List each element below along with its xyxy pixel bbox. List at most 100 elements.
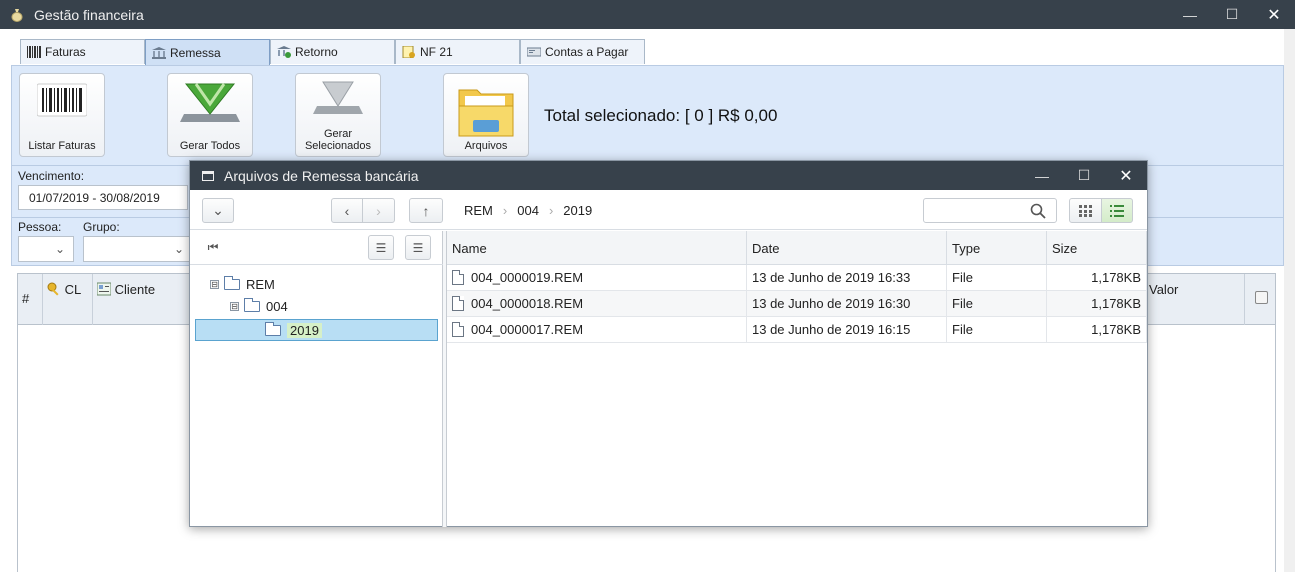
column-label: Cliente: [114, 282, 156, 297]
file-date: 13 de Junho de 2019 16:33: [747, 265, 947, 291]
file-row[interactable]: 004_0000019.REM 13 de Junho de 2019 16:3…: [447, 265, 1147, 291]
tab-label: NF 21: [420, 45, 453, 59]
chevron-down-icon: ⌄: [173, 242, 184, 256]
grid-view-icon: [1078, 204, 1092, 217]
breadcrumb-item-004[interactable]: 004: [517, 203, 539, 218]
up-button[interactable]: ↑: [409, 198, 443, 223]
window-icon: [202, 170, 214, 181]
minimize-button[interactable]: —: [1169, 0, 1211, 29]
button-label: Arquivos: [464, 140, 508, 152]
select-all-checkbox[interactable]: [1254, 291, 1268, 304]
tab-label: Contas a Pagar: [545, 45, 629, 59]
column-header-cl[interactable]: CL: [43, 274, 93, 325]
file-search-input[interactable]: [923, 198, 1057, 223]
tree-node-004[interactable]: ⊟ 004: [230, 298, 288, 314]
pessoa-select[interactable]: ⌄: [18, 236, 74, 262]
listar-faturas-button[interactable]: Listar Faturas: [19, 73, 105, 157]
breadcrumb-separator: ›: [548, 203, 554, 218]
file-type: File: [947, 265, 1047, 291]
barcode-icon: [27, 46, 41, 58]
vencimento-date-range[interactable]: 01/07/2019 - 30/08/2019: [18, 185, 188, 210]
tab-faturas[interactable]: Faturas: [20, 39, 145, 64]
money-bag-icon: [11, 8, 23, 22]
grid-view-button[interactable]: [1069, 198, 1102, 223]
skip-start-icon: ⏮: [207, 240, 219, 254]
tree-node-rem[interactable]: ⊟ REM: [210, 276, 275, 292]
collapse-icon[interactable]: ⊟: [230, 302, 239, 311]
search-icon: [1030, 203, 1046, 219]
column-header-type[interactable]: Type: [947, 231, 1047, 265]
breadcrumb-item-rem[interactable]: REM: [464, 203, 493, 218]
tree-node-label: 004: [266, 299, 288, 314]
tab-nf21[interactable]: NF 21: [395, 39, 520, 64]
maximize-button[interactable]: ☐: [1211, 0, 1253, 29]
file-icon: [452, 322, 464, 337]
gerar-todos-button[interactable]: Gerar Todos: [167, 73, 253, 157]
button-label: Gerar Todos: [179, 140, 241, 152]
file-date: 13 de Junho de 2019 16:15: [747, 317, 947, 343]
arquivos-button[interactable]: Arquivos: [443, 73, 529, 157]
total-selected-text: Total selecionado: [ 0 ] R$ 0,00: [544, 106, 778, 125]
app-titlebar: Gestão financeira — ☐ ✕: [0, 0, 1295, 29]
button-label: Listar Faturas: [28, 140, 96, 152]
folder-icon: [265, 322, 281, 336]
column-header-valor[interactable]: Valor: [1145, 274, 1245, 325]
file-size: 1,178KB: [1047, 265, 1147, 291]
list-view-button[interactable]: [1101, 198, 1133, 223]
barcode-icon: [37, 83, 87, 117]
tab-remessa[interactable]: Remessa: [145, 39, 270, 65]
bill-icon: [527, 47, 541, 57]
pessoa-label: Pessoa:: [18, 220, 62, 234]
open-folder-icon: [244, 298, 260, 312]
dialog-close-button[interactable]: ✕: [1105, 161, 1147, 190]
button-label: Gerar: [323, 128, 353, 140]
button-label: Selecionados: [304, 140, 372, 152]
dialog-titlebar: Arquivos de Remessa bancária — ☐ ✕: [190, 161, 1147, 190]
tree-expand-all-button[interactable]: ☰: [405, 235, 431, 260]
chevron-right-icon: ›: [376, 202, 381, 219]
tree-node-2019[interactable]: 2019: [265, 322, 322, 338]
arquivos-remessa-dialog: Arquivos de Remessa bancária — ☐ ✕ ⌄ ‹ ›…: [189, 160, 1148, 527]
file-row[interactable]: 004_0000018.REM 13 de Junho de 2019 16:3…: [447, 291, 1147, 317]
folder-icon: [458, 89, 514, 137]
back-button[interactable]: ‹: [331, 198, 363, 223]
file-name: 004_0000019.REM: [471, 270, 584, 285]
action-panel: Listar Faturas Gerar Todos Gerar Selecio…: [11, 65, 1284, 166]
grupo-select[interactable]: ⌄: [83, 236, 193, 262]
column-header-select-all[interactable]: [1245, 274, 1277, 325]
generate-selected-icon: [313, 81, 363, 114]
column-header-number[interactable]: #: [18, 274, 43, 325]
tab-retorno[interactable]: Retorno: [270, 39, 395, 64]
forward-button[interactable]: ›: [362, 198, 395, 223]
generate-all-icon: [180, 83, 240, 122]
app-title: Gestão financeira: [34, 6, 144, 23]
dialog-minimize-button[interactable]: —: [1021, 161, 1063, 190]
tab-contas-a-pagar[interactable]: Contas a Pagar: [520, 39, 645, 64]
chevron-down-icon: ⌄: [54, 242, 65, 256]
chevron-left-icon: ‹: [344, 202, 350, 219]
open-folder-icon: [224, 276, 240, 290]
file-icon: [452, 296, 464, 311]
dialog-maximize-button[interactable]: ☐: [1063, 161, 1105, 190]
column-header-size[interactable]: Size: [1047, 231, 1147, 265]
file-type: File: [947, 291, 1047, 317]
expand-all-icon: ☰: [412, 240, 424, 255]
tree-toolbar: ⏮ ☰ ☰: [190, 231, 443, 265]
tree-node-label: REM: [246, 277, 275, 292]
close-button[interactable]: ✕: [1253, 0, 1295, 29]
column-header-date[interactable]: Date: [747, 231, 947, 265]
collapse-icon[interactable]: ⊟: [210, 280, 219, 289]
gerar-selecionados-button[interactable]: Gerar Selecionados: [295, 73, 381, 157]
tree-collapse-all-button[interactable]: ☰: [368, 235, 394, 260]
breadcrumb-item-2019[interactable]: 2019: [563, 203, 592, 218]
file-list-header: Name Date Type Size: [447, 231, 1147, 265]
file-row[interactable]: 004_0000017.REM 13 de Junho de 2019 16:1…: [447, 317, 1147, 343]
collapse-all-icon: ☰: [375, 240, 387, 255]
tab-label: Faturas: [45, 45, 86, 59]
client-card-icon: [96, 282, 112, 296]
file-size: 1,178KB: [1047, 291, 1147, 317]
tree-go-first-button[interactable]: ⏮: [200, 235, 226, 260]
column-header-name[interactable]: Name: [447, 231, 747, 265]
file-size: 1,178KB: [1047, 317, 1147, 343]
collapse-toggle-button[interactable]: ⌄: [202, 198, 234, 223]
